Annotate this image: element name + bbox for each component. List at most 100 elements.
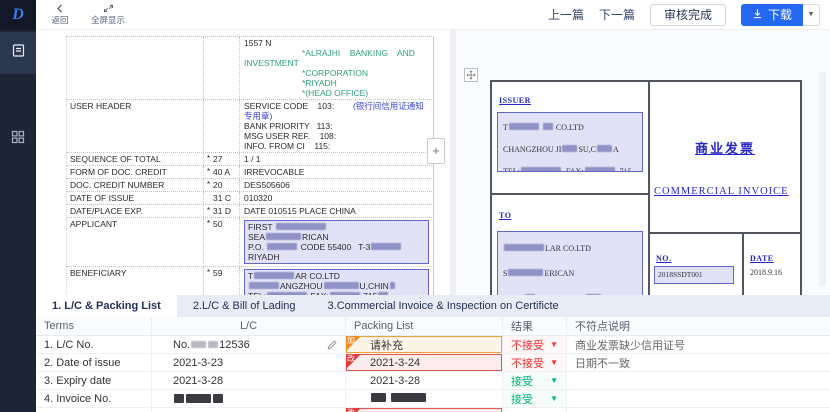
- document-icon: [11, 43, 26, 63]
- swift-content-line: MSG USER REF. 108:: [244, 131, 429, 141]
- result-select[interactable]: 不接受▼: [511, 355, 558, 371]
- invoice-title-en: COMMERCIAL INVOICE: [654, 186, 789, 197]
- next-doc-link[interactable]: 下一篇: [599, 6, 635, 23]
- chevron-down-icon: ▼: [550, 340, 558, 349]
- term-cell: 1. L/C No.: [36, 336, 151, 353]
- result-cell: 不接受▼: [502, 336, 566, 353]
- swift-field-content: TAR CO.LTDANGZHOUU,CHINTEL: FAX: 715: [239, 267, 434, 295]
- swift-field-content: 1557 N*ALRAJHI BANKING ANDINVESTMENT*COR…: [239, 37, 434, 99]
- to-highlight-box[interactable]: LAR CO.LTDSERICANP.O. B CODE 55400 16789: [497, 231, 643, 295]
- expand-panel-button[interactable]: +: [427, 138, 445, 164]
- fullscreen-button[interactable]: 全屏显示: [84, 0, 132, 30]
- term-cell: 2. Date of issue: [36, 354, 151, 371]
- discrepancy-note-cell: 商业发票缺少信用证号: [566, 336, 830, 353]
- swift-field-content: 010320: [239, 192, 434, 204]
- swift-field-label: USER HEADER: [67, 100, 203, 152]
- chevron-down-icon: ▼: [550, 376, 558, 385]
- field-highlight-box[interactable]: FIRST SEARICANP.O. CODE 55400 T-3RIYADH: [244, 220, 429, 264]
- tab-1[interactable]: 1. L/C & Packing List: [36, 295, 177, 317]
- tab-2[interactable]: 2.L/C & Bill of Lading: [177, 295, 312, 317]
- download-button[interactable]: 下载: [741, 4, 803, 26]
- swift-tag-code: 50: [213, 218, 239, 266]
- invoice-scrollbar[interactable]: [819, 72, 826, 287]
- invoice-no-date-row: NO. 2018SSDT001 DATE 2018.9.16: [650, 234, 800, 295]
- invoice-text-line: SERICAN: [503, 261, 637, 286]
- move-handle-icon[interactable]: [464, 68, 478, 82]
- term-cell: 4. Invoice No.: [36, 390, 151, 407]
- back-icon: [55, 4, 66, 13]
- swift-field-label: BENEFICIARY: [67, 267, 203, 295]
- download-icon: [752, 8, 763, 22]
- redacted-text: [390, 282, 395, 289]
- swift-document-panel: 1557 N*ALRAJHI BANKING ANDINVESTMENT*COR…: [36, 30, 450, 295]
- swift-tag-code: [213, 100, 239, 152]
- swift-content-line: SERVICE CODE 103: (银行间信用证通知专用章): [244, 101, 429, 121]
- redacted-text: [276, 223, 326, 230]
- swift-field-content: SERVICE CODE 103: (银行间信用证通知专用章)BANK PRIO…: [239, 100, 434, 152]
- sidebar-item-document-review[interactable]: [0, 32, 36, 74]
- packing-list-value-cell: 改2021-3-24: [345, 354, 502, 371]
- swift-content-line: IRREVOCABLE: [244, 167, 429, 177]
- redacted-text: [254, 272, 294, 279]
- redacted-text: [504, 244, 544, 251]
- result-select[interactable]: 接受▼: [511, 373, 558, 389]
- result-cell: 接受▼: [502, 390, 566, 407]
- swift-field-label: SEQUENCE OF TOTAL: [67, 153, 203, 165]
- topbar: 返回 全屏显示 上一篇 下一篇 审核完成 下载: [36, 0, 830, 30]
- table-row: 4. Invoice No. 接受▼: [36, 390, 830, 408]
- fullscreen-label: 全屏显示: [91, 14, 125, 26]
- column-header: Packing List: [345, 317, 502, 335]
- comparison-table-header: TermsL/CPacking List结果不符点说明: [36, 317, 830, 336]
- back-label: 返回: [51, 14, 68, 26]
- issuer-highlight-box[interactable]: T CO.LTD CHANGZHOU JISU,CATEL: FAX: 715: [497, 112, 643, 172]
- app-logo[interactable]: D: [0, 0, 36, 30]
- issuer-label: ISSUER: [499, 96, 531, 105]
- result-select[interactable]: 不接受▼: [511, 337, 558, 353]
- swift-row: USER HEADER SERVICE CODE 103: (银行间信用证通知专用…: [66, 100, 434, 153]
- redacted-text: [191, 341, 206, 348]
- swift-mandatory-flag: [203, 37, 213, 99]
- download-button-group: 下载 ▼: [741, 4, 820, 26]
- swift-row: 1557 N*ALRAJHI BANKING ANDINVESTMENT*COR…: [66, 37, 434, 100]
- to-label: TO: [499, 211, 511, 220]
- column-header: L/C: [151, 317, 345, 335]
- download-label: 下载: [768, 6, 792, 23]
- download-dropdown-button[interactable]: ▼: [803, 4, 820, 26]
- redacted-text: [597, 145, 612, 152]
- field-highlight-box[interactable]: TAR CO.LTDANGZHOUU,CHINTEL: FAX: 715: [244, 269, 429, 295]
- redacted-text: [174, 394, 184, 403]
- chevron-down-icon: ▼: [550, 394, 558, 403]
- column-header: 不符点说明: [566, 317, 830, 335]
- invoice-document-panel: ISSUER T CO.LTD CHANGZHOU JISU,CATEL: FA…: [456, 30, 830, 295]
- swift-mandatory-flag: *: [203, 166, 213, 178]
- swift-mandatory-flag: [203, 192, 213, 204]
- redacted-text: [266, 233, 301, 240]
- tab-3[interactable]: 3.Commercial Invoice & Inspection on Cer…: [312, 295, 575, 317]
- back-button[interactable]: 返回: [36, 0, 84, 30]
- prev-doc-link[interactable]: 上一篇: [548, 6, 584, 23]
- swift-tag-code: 31 C: [213, 192, 239, 204]
- edit-icon[interactable]: [327, 340, 337, 353]
- swift-mandatory-flag: *: [203, 205, 213, 217]
- sidebar-item-apps[interactable]: [0, 118, 36, 160]
- swift-content-line: 010320: [244, 193, 429, 203]
- invoice-date-cell: DATE 2018.9.16: [744, 234, 800, 295]
- column-header: Terms: [36, 317, 151, 335]
- swift-message-table: 1557 N*ALRAJHI BANKING ANDINVESTMENT*COR…: [66, 36, 434, 295]
- invoice-no-highlight-box[interactable]: 2018SSDT001: [654, 266, 734, 284]
- redacted-text: [543, 123, 553, 130]
- fullscreen-icon: [103, 4, 114, 13]
- lc-value-cell: No. 12536: [151, 336, 345, 353]
- review-complete-button[interactable]: 审核完成: [650, 4, 726, 26]
- swift-content-line: P.O. CODE 55400 T-3RIYADH: [248, 242, 425, 262]
- swift-field-content: IRREVOCABLE: [239, 166, 434, 178]
- diff-corner-tag: 改: [346, 354, 361, 369]
- result-select[interactable]: 接受▼: [511, 391, 558, 407]
- invoice-text-line: T CO.LTD CHANGZHOU JISU,CA: [503, 117, 637, 161]
- redacted-text: [249, 282, 279, 289]
- invoice-left-column: ISSUER T CO.LTD CHANGZHOU JISU,CATEL: FA…: [492, 82, 650, 295]
- swift-tag-code: 40 A: [213, 166, 239, 178]
- diff-corner-tag: 加: [346, 336, 361, 351]
- app-root: D 返回: [0, 0, 830, 412]
- packing-list-value: 2021-3-28: [370, 375, 420, 387]
